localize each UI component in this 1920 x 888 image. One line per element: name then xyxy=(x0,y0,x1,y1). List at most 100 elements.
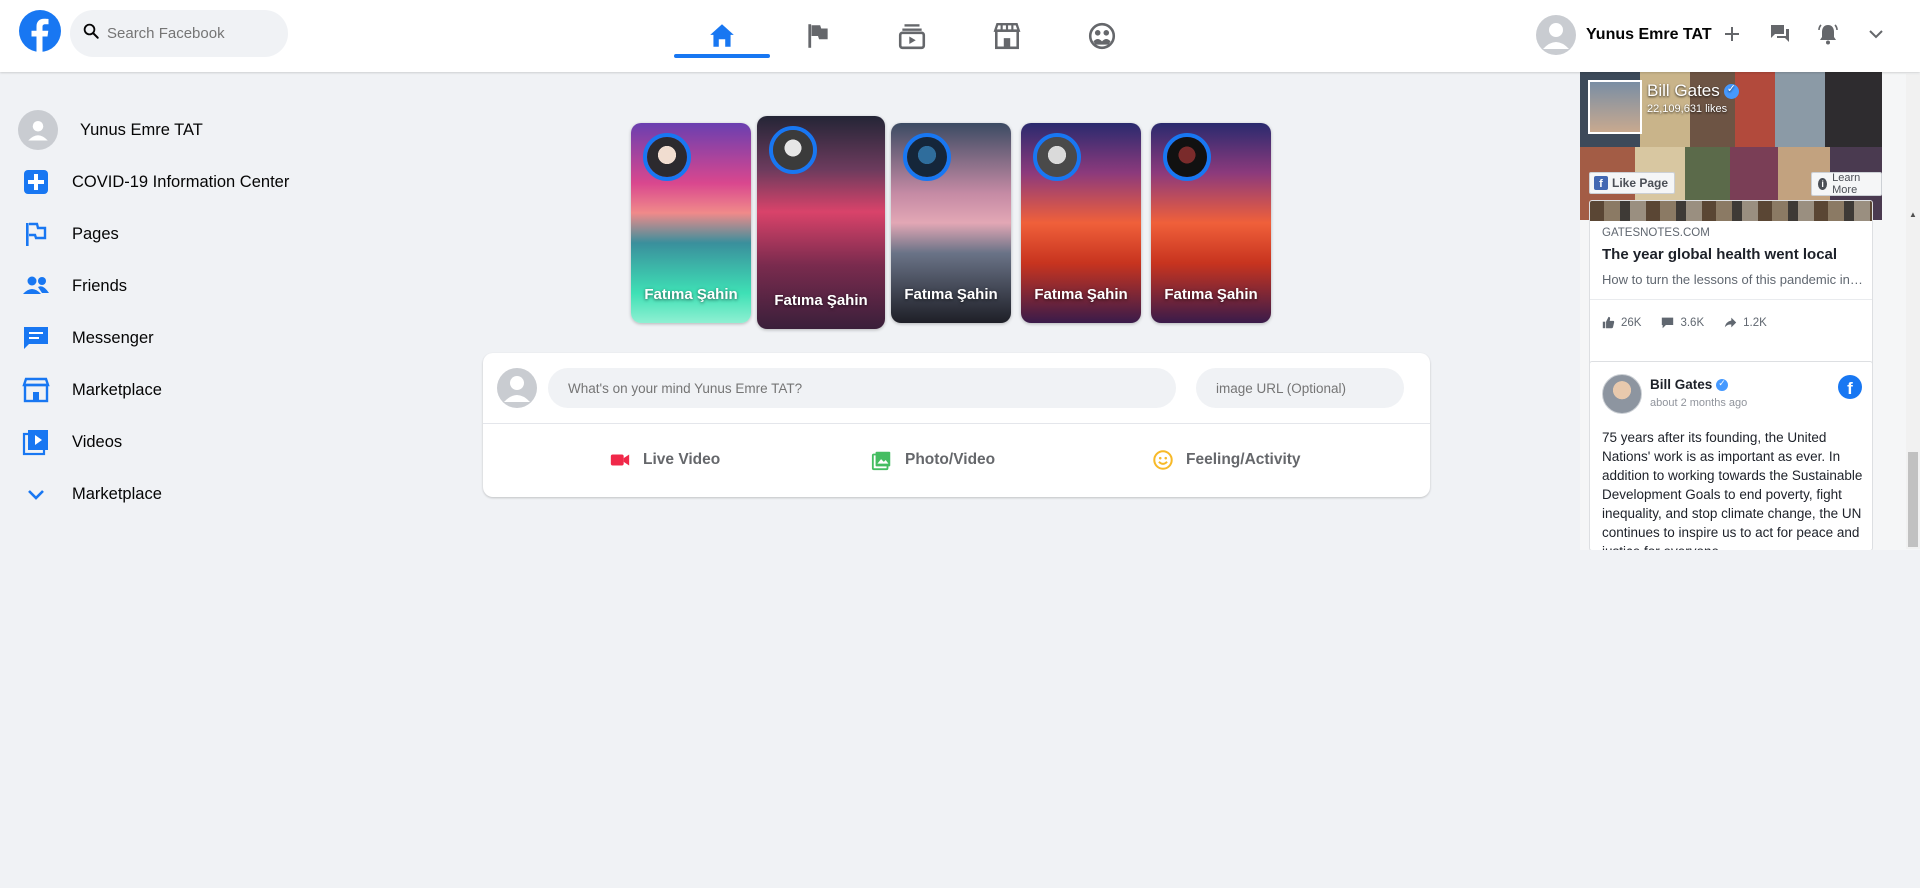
sidebar-item-covid[interactable]: COVID-19 Information Center xyxy=(18,156,338,208)
image-url-input[interactable] xyxy=(1196,368,1404,408)
likes-count[interactable]: 26K xyxy=(1602,316,1641,329)
watch-icon xyxy=(898,24,926,50)
sidebar-item-friends[interactable]: Friends xyxy=(18,260,338,312)
comment-icon xyxy=(1662,317,1674,329)
post-author[interactable]: Bill Gates xyxy=(1650,377,1729,392)
scroll-up-arrow-icon[interactable]: ▲ xyxy=(1909,210,1917,219)
messenger-button[interactable] xyxy=(1762,16,1798,52)
avatar-icon xyxy=(18,110,58,150)
plus-icon xyxy=(1725,27,1739,41)
page-profile-picture[interactable] xyxy=(1588,80,1642,134)
messenger-icon xyxy=(18,320,54,356)
link-preview-image xyxy=(1590,201,1872,221)
facebook-logo-icon[interactable] xyxy=(19,10,61,52)
thumbs-up-icon xyxy=(1602,316,1615,329)
page-plugin-widget: Bill Gates 22,109,631 likes fLike Page i… xyxy=(1580,72,1920,550)
story-avatar xyxy=(1163,133,1211,181)
account-menu-button[interactable] xyxy=(1858,16,1894,52)
flag-icon xyxy=(18,216,54,252)
sidebar-item-marketplace[interactable]: Marketplace xyxy=(18,364,338,416)
photo-icon xyxy=(871,451,891,471)
story-name: Fatıma Şahin xyxy=(904,286,998,303)
text-post-card: Bill Gates about 2 months ago f 75 years… xyxy=(1589,361,1873,550)
tab-groups[interactable] xyxy=(1054,0,1150,72)
friends-icon xyxy=(18,268,54,304)
marketplace-icon xyxy=(18,372,54,408)
story-name: Fatıma Şahin xyxy=(774,292,868,309)
story-name: Fatıma Şahin xyxy=(1164,286,1258,303)
link-domain: GATESNOTES.COM xyxy=(1602,227,1710,239)
author-avatar[interactable] xyxy=(1602,374,1642,414)
sidebar-item-messenger[interactable]: Messenger xyxy=(18,312,338,364)
shares-count[interactable]: 1.2K xyxy=(1724,316,1767,329)
like-page-button[interactable]: f Like Page xyxy=(1589,172,1676,194)
story-avatar xyxy=(1033,133,1081,181)
widget-scrollbar[interactable]: ▲ xyxy=(1906,74,1920,549)
story-card[interactable]: Fatıma Şahin xyxy=(1151,123,1271,323)
avatar xyxy=(497,368,537,408)
create-button[interactable] xyxy=(1714,16,1750,52)
tab-pages[interactable] xyxy=(770,0,866,72)
scrollbar-thumb[interactable] xyxy=(1908,452,1918,547)
story-card[interactable]: Fatıma Şahin xyxy=(757,116,885,329)
live-video-icon xyxy=(610,454,630,466)
link-headline[interactable]: The year global health went local xyxy=(1602,246,1837,263)
tab-marketplace[interactable] xyxy=(959,0,1055,72)
sidebar-item-label: Pages xyxy=(72,224,119,243)
story-name: Fatıma Şahin xyxy=(644,286,738,303)
status-input[interactable] xyxy=(548,368,1176,408)
post-timestamp[interactable]: about 2 months ago xyxy=(1650,397,1747,409)
sidebar-item-label: Marketplace xyxy=(72,380,162,399)
bell-icon xyxy=(1818,24,1838,45)
video-icon xyxy=(18,424,54,460)
search-bar[interactable] xyxy=(70,10,288,57)
post-stats: 26K 3.6K 1.2K xyxy=(1602,316,1787,329)
sidebar-item-label: Yunus Emre TAT xyxy=(80,120,203,139)
link-subtitle: How to turn the lessons of this pandemic… xyxy=(1602,272,1866,287)
post-composer: Live Video Photo/Video Feeling/Activity xyxy=(483,353,1430,497)
search-icon xyxy=(82,22,100,45)
left-sidebar: Yunus Emre TAT COVID-19 Information Cent… xyxy=(18,104,338,520)
comments-count[interactable]: 3.6K xyxy=(1661,316,1704,329)
share-arrow-icon xyxy=(1724,317,1737,328)
story-name: Fatıma Şahin xyxy=(1034,286,1128,303)
verified-badge-icon xyxy=(1716,378,1729,391)
verified-badge-icon xyxy=(1723,82,1739,99)
sidebar-item-label: Marketplace xyxy=(72,484,162,503)
search-input[interactable] xyxy=(107,25,277,42)
tab-home[interactable] xyxy=(674,0,770,72)
sidebar-item-profile[interactable]: Yunus Emre TAT xyxy=(18,104,338,156)
info-icon: i xyxy=(1818,178,1828,190)
divider xyxy=(1590,299,1872,300)
live-video-button[interactable]: Live Video xyxy=(609,445,720,475)
sidebar-item-videos[interactable]: Videos xyxy=(18,416,338,468)
tab-watch[interactable] xyxy=(864,0,960,72)
marketplace-icon xyxy=(993,23,1021,50)
sidebar-item-pages[interactable]: Pages xyxy=(18,208,338,260)
page-likes: 22,109,631 likes xyxy=(1647,103,1728,115)
groups-icon xyxy=(1088,22,1116,50)
feeling-activity-button[interactable]: Feeling/Activity xyxy=(1152,445,1301,475)
covid-cross-icon xyxy=(18,164,54,200)
story-avatar xyxy=(903,133,951,181)
photo-video-button[interactable]: Photo/Video xyxy=(871,445,995,475)
chevron-down-icon xyxy=(1869,30,1883,39)
sidebar-item-label: Friends xyxy=(72,276,128,295)
page-name[interactable]: Bill Gates xyxy=(1647,81,1739,101)
chevron-down-icon xyxy=(18,476,54,512)
notifications-button[interactable] xyxy=(1810,16,1846,52)
messenger-icon xyxy=(1771,25,1789,42)
profile-chip[interactable]: Yunus Emre TAT xyxy=(1536,14,1712,56)
facebook-logo-icon[interactable]: f xyxy=(1838,375,1862,399)
sidebar-item-label: Messenger xyxy=(72,328,154,347)
facebook-square-icon: f xyxy=(1594,176,1608,190)
story-card[interactable]: Fatıma Şahin xyxy=(1021,123,1141,323)
story-card[interactable]: Fatıma Şahin xyxy=(891,123,1011,323)
sidebar-item-label: COVID-19 Information Center xyxy=(72,172,290,191)
story-card[interactable]: Fatıma Şahin xyxy=(631,123,751,323)
profile-name: Yunus Emre TAT xyxy=(1586,26,1712,43)
story-avatar xyxy=(769,126,817,174)
sidebar-item-see-more[interactable]: Marketplace xyxy=(18,468,338,520)
learn-more-button[interactable]: i Learn More xyxy=(1811,172,1882,196)
action-label: Live Video xyxy=(643,451,721,468)
